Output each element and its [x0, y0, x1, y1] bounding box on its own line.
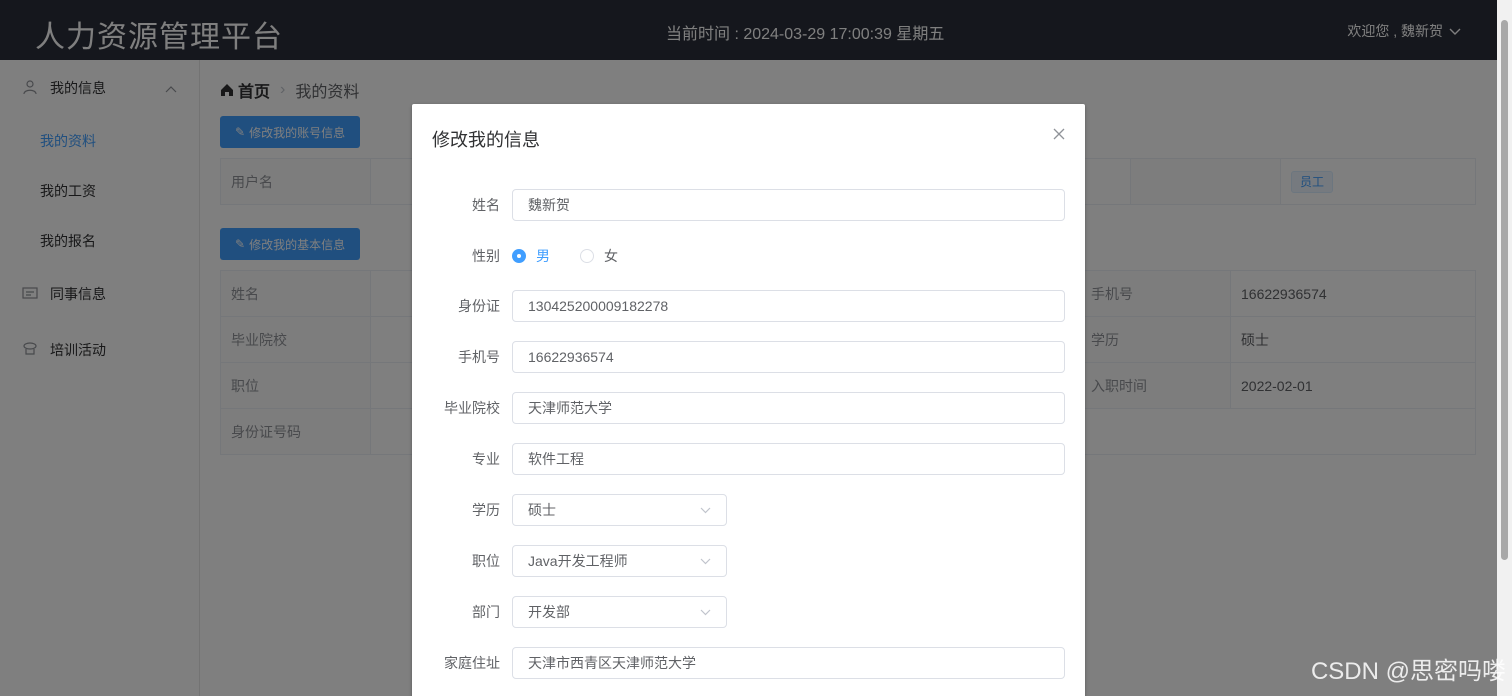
- radio-checked-icon: [512, 249, 526, 263]
- phone-field-label: 手机号: [458, 349, 500, 365]
- major-input[interactable]: 软件工程: [512, 443, 1065, 475]
- dept-select[interactable]: 开发部: [512, 596, 727, 628]
- position-select-value: Java开发工程师: [528, 553, 628, 569]
- form-row-degree: 学历 硕士: [412, 494, 1085, 526]
- form-row-gender: 性别 男 女: [412, 240, 1085, 272]
- name-input[interactable]: 魏新贺: [512, 189, 1065, 221]
- chevron-down-icon: [700, 503, 711, 517]
- form-row-dept: 部门 开发部: [412, 596, 1085, 628]
- dept-select-value: 开发部: [528, 604, 570, 620]
- form-row-school: 毕业院校 天津师范大学: [412, 392, 1085, 424]
- address-field-label: 家庭住址: [444, 655, 500, 671]
- edit-info-dialog: 修改我的信息 姓名 魏新贺 性别 男 女 身份证 130425200009182…: [412, 104, 1085, 696]
- radio-unchecked-icon: [580, 249, 594, 263]
- gender-female-radio[interactable]: 女: [580, 246, 618, 266]
- gender-field-label: 性别: [472, 248, 500, 264]
- scrollbar-thumb[interactable]: [1501, 20, 1508, 560]
- form-row-major: 专业 软件工程: [412, 443, 1085, 475]
- address-input[interactable]: 天津市西青区天津师范大学: [512, 647, 1065, 679]
- id-field-label: 身份证: [458, 298, 500, 314]
- degree-select[interactable]: 硕士: [512, 494, 727, 526]
- position-select[interactable]: Java开发工程师: [512, 545, 727, 577]
- chevron-down-icon: [700, 554, 711, 568]
- gender-female-label: 女: [604, 248, 618, 264]
- form-row-address: 家庭住址 天津市西青区天津师范大学: [412, 647, 1085, 679]
- page-scrollbar[interactable]: [1497, 0, 1512, 696]
- degree-field-label: 学历: [472, 502, 500, 518]
- form-row-position: 职位 Java开发工程师: [412, 545, 1085, 577]
- chevron-down-icon: [700, 605, 711, 619]
- gender-male-label: 男: [536, 248, 550, 264]
- phone-input[interactable]: 16622936574: [512, 341, 1065, 373]
- position-field-label: 职位: [472, 553, 500, 569]
- form-row-name: 姓名 魏新贺: [412, 189, 1085, 221]
- school-field-label: 毕业院校: [444, 400, 500, 416]
- dept-field-label: 部门: [472, 604, 500, 620]
- dialog-title: 修改我的信息: [432, 130, 540, 150]
- form-row-id: 身份证 130425200009182278: [412, 290, 1085, 322]
- major-field-label: 专业: [472, 451, 500, 467]
- id-input[interactable]: 130425200009182278: [512, 290, 1065, 322]
- gender-radio-group: 男 女: [512, 246, 618, 266]
- school-input[interactable]: 天津师范大学: [512, 392, 1065, 424]
- watermark: CSDN @思密吗喽: [1310, 658, 1506, 685]
- degree-select-value: 硕士: [528, 502, 556, 518]
- close-icon[interactable]: [1053, 124, 1065, 145]
- name-field-label: 姓名: [472, 197, 500, 213]
- form-row-phone: 手机号 16622936574: [412, 341, 1085, 373]
- gender-male-radio[interactable]: 男: [512, 246, 550, 266]
